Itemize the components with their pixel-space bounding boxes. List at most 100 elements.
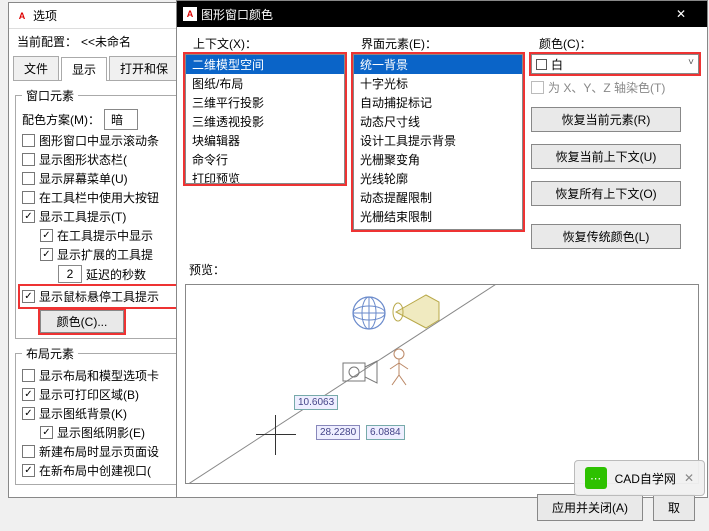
- cb-bigbtn[interactable]: [22, 191, 35, 204]
- element-opt-9[interactable]: 相机轮廓颜色: [354, 226, 522, 230]
- lcb-tabs-label: 显示布局和模型选项卡: [39, 367, 159, 384]
- wechat-notification[interactable]: ⋯ CAD自学网 ✕: [574, 460, 705, 496]
- element-opt-2[interactable]: 自动捕捉标记: [354, 93, 522, 112]
- element-opt-4[interactable]: 设计工具提示背景: [354, 131, 522, 150]
- element-opt-5[interactable]: 光栅聚变角: [354, 150, 522, 169]
- options-window: A 选项 当前配置： <<未命名 文件 显示 打开和保 窗口元素 配色方案(M)…: [8, 2, 188, 498]
- context-opt-0[interactable]: 二维模型空间: [186, 55, 344, 74]
- element-label: 界面元素(E)：: [353, 33, 523, 54]
- color-dialog-title: 图形窗口颜色: [201, 6, 273, 23]
- current-config-value: <<未命名: [81, 33, 131, 50]
- restore-classic-button[interactable]: 恢复传统颜色(L): [531, 224, 681, 249]
- top-columns: 上下文(X)： 二维模型空间 图纸/布局 三维平行投影 三维透视投影 块编辑器 …: [177, 33, 707, 255]
- tab-file[interactable]: 文件: [13, 56, 59, 80]
- preview-area: 10.6063 28.2280 6.0884: [185, 284, 699, 484]
- context-opt-1[interactable]: 图纸/布局: [186, 74, 344, 93]
- context-opt-4[interactable]: 块编辑器: [186, 131, 344, 150]
- preview-label: 预览：: [177, 259, 707, 280]
- options-titlebar: A 选项: [9, 3, 187, 29]
- cb-tint[interactable]: [531, 81, 544, 94]
- color-button[interactable]: 颜色(C)...: [40, 310, 124, 333]
- cb-tooltip[interactable]: ✓: [22, 210, 35, 223]
- element-col: 界面元素(E)： 统一背景 十字光标 自动捕捉标记 动态尺寸线 设计工具提示背景…: [353, 33, 523, 255]
- cb-hover-tooltip[interactable]: ✓: [22, 290, 35, 303]
- lcb-shadow[interactable]: ✓: [40, 426, 53, 439]
- cb-statusbar[interactable]: [22, 153, 35, 166]
- cb-ext-tooltip[interactable]: ✓: [40, 248, 53, 261]
- lcb-paperbg-label: 显示图纸背景(K): [39, 405, 127, 422]
- delay-label: 延迟的秒数: [86, 266, 146, 283]
- lcb-shadow-label: 显示图纸阴影(E): [57, 424, 145, 441]
- globe-icon: [351, 295, 387, 331]
- color-swatch-icon: [536, 59, 547, 70]
- element-opt-0[interactable]: 统一背景: [354, 55, 522, 74]
- cb-tooltip-label: 显示工具提示(T): [39, 208, 126, 225]
- element-opt-8[interactable]: 光栅结束限制: [354, 207, 522, 226]
- element-opt-7[interactable]: 动态提醒限制: [354, 188, 522, 207]
- lcb-viewport-label: 在新布局中创建视口(: [39, 462, 151, 479]
- cb-scrollbar-label: 图形窗口中显示滚动条: [39, 132, 159, 149]
- cb-statusbar-label: 显示图形状态栏(: [39, 151, 127, 168]
- lcb-viewport[interactable]: ✓: [22, 464, 35, 477]
- restore-element-button[interactable]: 恢复当前元素(R): [531, 107, 681, 132]
- wechat-icon: ⋯: [585, 467, 607, 489]
- context-opt-2[interactable]: 三维平行投影: [186, 93, 344, 112]
- cb-bigbtn-label: 在工具栏中使用大按钮: [39, 189, 159, 206]
- apply-close-button[interactable]: 应用并关闭(A): [537, 494, 643, 521]
- lamp-icon: [391, 290, 441, 334]
- window-elements-legend: 窗口元素: [22, 87, 78, 104]
- lcb-paperbg[interactable]: ✓: [22, 407, 35, 420]
- element-opt-1[interactable]: 十字光标: [354, 74, 522, 93]
- cb-tint-label: 为 X、Y、Z 轴染色(T): [548, 79, 665, 96]
- cb-screenmenu[interactable]: [22, 172, 35, 185]
- color-dialog-titlebar: A 图形窗口颜色 ✕: [177, 1, 707, 27]
- context-listbox[interactable]: 二维模型空间 图纸/布局 三维平行投影 三维透视投影 块编辑器 命令行 打印预览: [185, 54, 345, 184]
- lcb-tabs[interactable]: [22, 369, 35, 382]
- lcb-printable[interactable]: ✓: [22, 388, 35, 401]
- element-opt-6[interactable]: 光线轮廓: [354, 169, 522, 188]
- color-scheme-label: 配色方案(M)：: [22, 111, 100, 128]
- lcb-printable-label: 显示可打印区域(B): [39, 386, 139, 403]
- cb-screenmenu-label: 显示屏幕菜单(U): [39, 170, 128, 187]
- close-icon[interactable]: ✕: [684, 471, 694, 485]
- color-dialog: A 图形窗口颜色 ✕ 上下文(X)： 二维模型空间 图纸/布局 三维平行投影 三…: [176, 0, 708, 498]
- cb-tooltip-show[interactable]: ✓: [40, 229, 53, 242]
- crosshair-icon: [256, 415, 296, 455]
- current-config-row: 当前配置： <<未命名: [9, 29, 187, 54]
- restore-context-button[interactable]: 恢复当前上下文(U): [531, 144, 681, 169]
- measure-3: 6.0884: [366, 425, 405, 440]
- camera-icon: [341, 357, 381, 387]
- color-value: 白: [551, 56, 563, 73]
- cb-ext-tooltip-label: 显示扩展的工具提: [57, 246, 153, 263]
- delay-input[interactable]: 2: [58, 265, 82, 283]
- color-scheme-row: 配色方案(M)： 暗: [22, 108, 174, 131]
- tab-display[interactable]: 显示: [61, 57, 107, 81]
- cb-scrollbar[interactable]: [22, 134, 35, 147]
- context-opt-6[interactable]: 打印预览: [186, 169, 344, 184]
- restore-all-button[interactable]: 恢复所有上下文(O): [531, 181, 681, 206]
- close-button[interactable]: ✕: [661, 1, 701, 27]
- element-listbox[interactable]: 统一背景 十字光标 自动捕捉标记 动态尺寸线 设计工具提示背景 光栅聚变角 光线…: [353, 54, 523, 230]
- app-icon: A: [183, 7, 197, 21]
- window-elements-group: 窗口元素 配色方案(M)： 暗 图形窗口中显示滚动条 显示图形状态栏( 显示屏幕…: [15, 87, 181, 339]
- options-tabs: 文件 显示 打开和保: [13, 56, 183, 81]
- context-opt-3[interactable]: 三维透视投影: [186, 112, 344, 131]
- measure-1: 10.6063: [294, 395, 338, 410]
- element-opt-3[interactable]: 动态尺寸线: [354, 112, 522, 131]
- color-select[interactable]: 白: [531, 54, 699, 74]
- measure-2: 28.2280: [316, 425, 360, 440]
- context-label: 上下文(X)：: [185, 33, 345, 54]
- context-col: 上下文(X)： 二维模型空间 图纸/布局 三维平行投影 三维透视投影 块编辑器 …: [185, 33, 345, 255]
- app-icon: A: [15, 9, 29, 23]
- color-scheme-value: 暗: [104, 109, 138, 130]
- color-label: 颜色(C)：: [531, 33, 699, 54]
- cancel-button[interactable]: 取: [653, 494, 695, 521]
- current-config-label: 当前配置：: [17, 33, 77, 50]
- notification-text: CAD自学网: [615, 470, 676, 487]
- lcb-pagesetup[interactable]: [22, 445, 35, 458]
- figure-icon: [386, 347, 412, 387]
- layout-elements-group: 布局元素 显示布局和模型选项卡 ✓显示可打印区域(B) ✓显示图纸背景(K) ✓…: [15, 345, 181, 485]
- tab-open-save[interactable]: 打开和保: [109, 56, 179, 80]
- context-opt-5[interactable]: 命令行: [186, 150, 344, 169]
- cb-hover-tooltip-label: 显示鼠标悬停工具提示: [39, 288, 159, 305]
